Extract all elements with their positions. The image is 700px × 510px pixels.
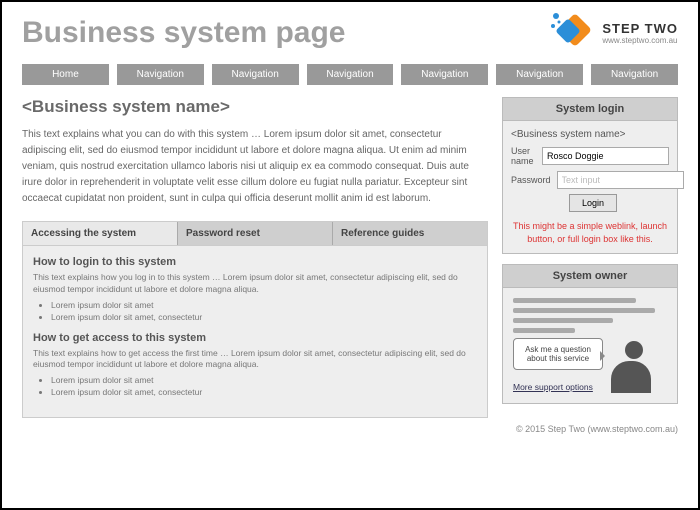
owner-box: System owner Ask me a question about thi… bbox=[502, 264, 678, 404]
logo-url: www.steptwo.com.au bbox=[602, 36, 678, 45]
login-box-title: System login bbox=[503, 98, 677, 121]
placeholder-bar bbox=[513, 328, 575, 333]
nav-2[interactable]: Navigation bbox=[212, 64, 299, 85]
placeholder-bar bbox=[513, 308, 655, 313]
support-link[interactable]: More support options bbox=[513, 382, 593, 392]
password-input[interactable] bbox=[557, 171, 684, 189]
username-label: User name bbox=[511, 146, 536, 166]
system-name-heading: <Business system name> bbox=[22, 97, 488, 117]
login-box: System login <Business system name> User… bbox=[502, 97, 678, 254]
section-access-bullet: Lorem ipsum dolor sit amet, consectetur bbox=[51, 387, 477, 399]
tab-panel: How to login to this system This text ex… bbox=[22, 245, 488, 418]
nav-1[interactable]: Navigation bbox=[117, 64, 204, 85]
nav-home[interactable]: Home bbox=[22, 64, 109, 85]
section-login-bullet: Lorem ipsum dolor sit amet bbox=[51, 300, 477, 312]
username-input[interactable] bbox=[542, 147, 669, 165]
nav-5[interactable]: Navigation bbox=[496, 64, 583, 85]
intro-text: This text explains what you can do with … bbox=[22, 127, 488, 207]
placeholder-bar bbox=[513, 298, 636, 303]
speech-bubble: Ask me a question about this service bbox=[513, 338, 603, 370]
footer-copyright: © 2015 Step Two (www.steptwo.com.au) bbox=[22, 424, 678, 434]
owner-box-title: System owner bbox=[503, 265, 677, 288]
logo: STEP TWO www.steptwo.com.au bbox=[550, 10, 678, 56]
logo-name: STEP TWO bbox=[602, 21, 678, 36]
login-button[interactable]: Login bbox=[569, 194, 617, 212]
tab-password-reset[interactable]: Password reset bbox=[178, 222, 333, 245]
top-nav: Home Navigation Navigation Navigation Na… bbox=[22, 64, 678, 85]
page-title: Business system page bbox=[22, 16, 345, 50]
section-login-bullet: Lorem ipsum dolor sit amet, consectetur bbox=[51, 312, 477, 324]
tabs: Accessing the system Password reset Refe… bbox=[22, 221, 488, 245]
nav-6[interactable]: Navigation bbox=[591, 64, 678, 85]
nav-4[interactable]: Navigation bbox=[401, 64, 488, 85]
section-login-text: This text explains how you log in to thi… bbox=[33, 272, 477, 296]
avatar-icon bbox=[607, 339, 655, 393]
section-login-title: How to login to this system bbox=[33, 256, 477, 268]
password-label: Password bbox=[511, 175, 551, 185]
section-access-text: This text explains how to get access the… bbox=[33, 348, 477, 372]
section-access-bullet: Lorem ipsum dolor sit amet bbox=[51, 375, 477, 387]
login-system-name: <Business system name> bbox=[511, 129, 669, 140]
placeholder-bar bbox=[513, 318, 613, 323]
section-access-title: How to get access to this system bbox=[33, 332, 477, 344]
tab-accessing[interactable]: Accessing the system bbox=[23, 222, 178, 245]
login-note: This might be a simple weblink, launch b… bbox=[511, 220, 669, 245]
logo-icon bbox=[550, 10, 596, 56]
tab-reference-guides[interactable]: Reference guides bbox=[333, 222, 487, 245]
nav-3[interactable]: Navigation bbox=[307, 64, 394, 85]
